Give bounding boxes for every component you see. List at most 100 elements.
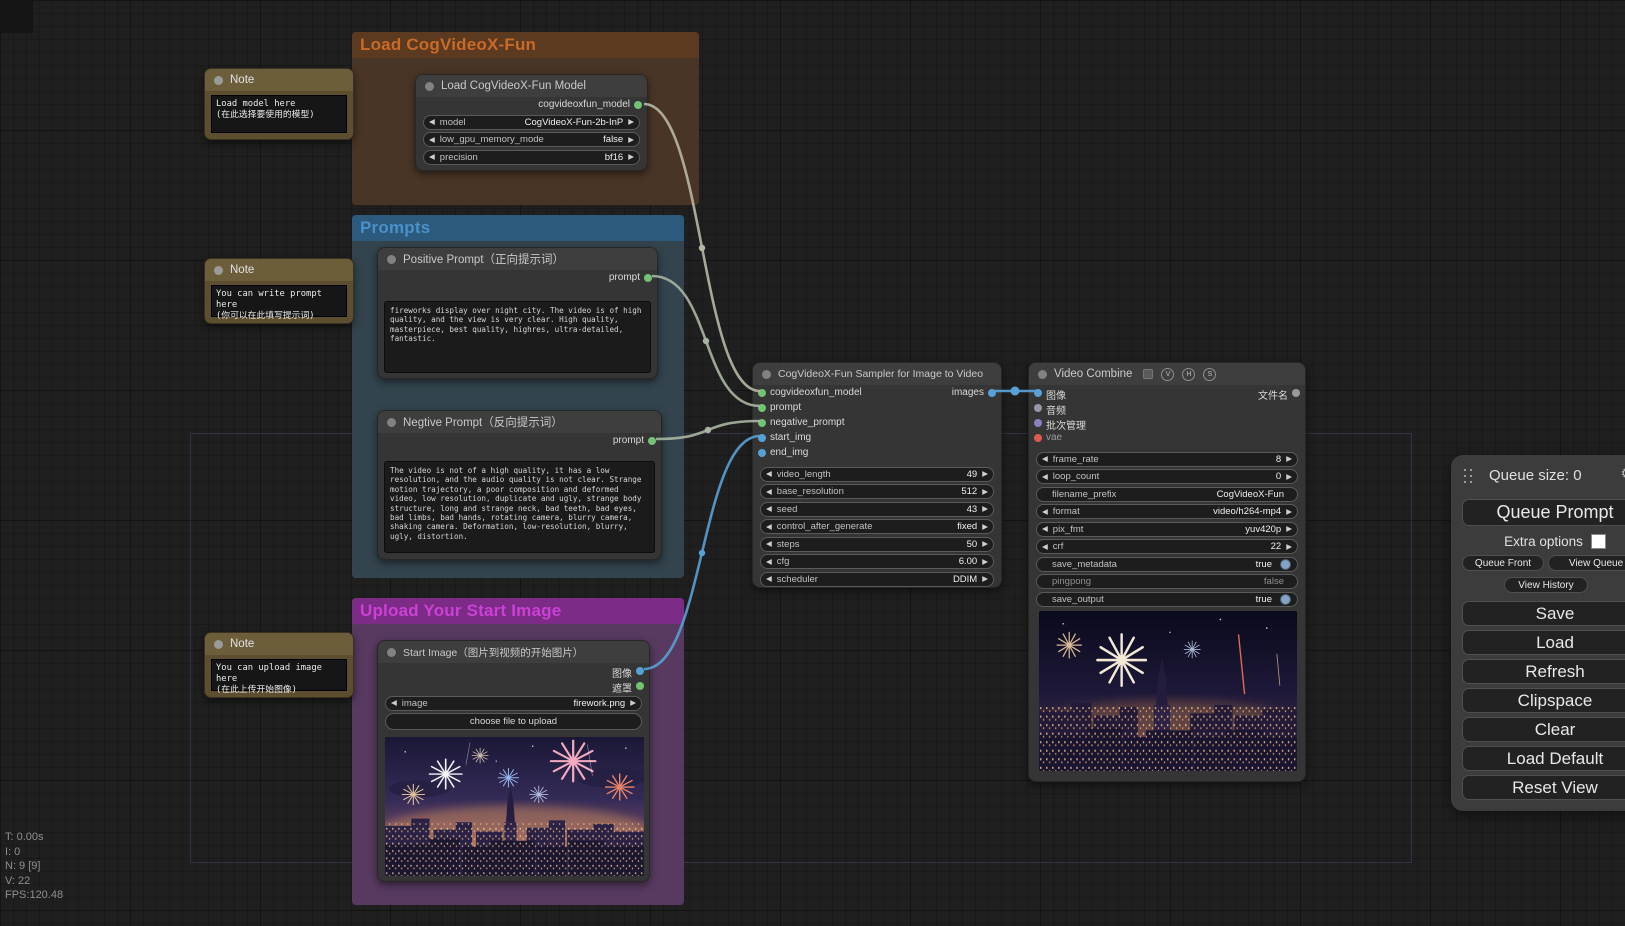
decrement-arrow-icon[interactable]: ◀ xyxy=(766,470,772,478)
widget-cfg[interactable]: ◀ cfg 6.00 ▶ xyxy=(760,554,994,569)
widget-steps[interactable]: ◀ steps 50 ▶ xyxy=(760,537,994,552)
widget-filename-prefix[interactable]: filename_prefix CogVideoX-Fun xyxy=(1036,487,1298,502)
output-slot-dot[interactable] xyxy=(988,389,996,397)
link-midpoint-dot[interactable] xyxy=(699,245,705,251)
increment-arrow-icon[interactable]: ▶ xyxy=(982,540,988,548)
queue-front-button[interactable]: Queue Front xyxy=(1462,555,1544,571)
input-slot-dot[interactable] xyxy=(1034,419,1042,427)
widget-loop-count[interactable]: ◀ loop_count 0 ▶ xyxy=(1036,469,1298,484)
negative-prompt-textarea[interactable]: The video is not of a high quality, it h… xyxy=(384,461,655,553)
node-load-cogvideox-model[interactable]: Load CogVideoX-Fun Model cogvideoxfun_mo… xyxy=(415,74,648,171)
widget-scheduler[interactable]: ◀ scheduler DDIM ▶ xyxy=(760,572,994,587)
link-midpoint-dot[interactable] xyxy=(703,338,709,344)
widget-pix-fmt[interactable]: ◀ pix_fmt yuv420p ▶ xyxy=(1036,522,1298,537)
widget-base-resolution[interactable]: ◀ base_resolution 512 ▶ xyxy=(760,484,994,499)
note-title-bar[interactable]: Note xyxy=(205,259,353,281)
decrement-arrow-icon[interactable]: ◀ xyxy=(766,523,772,531)
widget-frame-rate[interactable]: ◀ frame_rate 8 ▶ xyxy=(1036,452,1298,467)
group-title[interactable]: Load CogVideoX-Fun xyxy=(352,32,699,58)
widget-save-metadata[interactable]: save_metadata true xyxy=(1036,557,1298,572)
load-default-button[interactable]: Load Default xyxy=(1462,746,1625,771)
note-text[interactable]: Load model here (在此选择要使用的模型) xyxy=(211,95,347,133)
drag-handle-icon[interactable] xyxy=(1462,467,1474,485)
input-slot-dot[interactable] xyxy=(758,419,766,427)
link-midpoint-dot[interactable] xyxy=(1011,387,1020,396)
node-title-bar[interactable]: Start Image（图片到视频的开始图片） xyxy=(378,641,649,663)
decrement-arrow-icon[interactable]: ◀ xyxy=(766,540,772,548)
clipspace-button[interactable]: Clipspace xyxy=(1462,688,1625,713)
output-slot-dot[interactable] xyxy=(636,682,644,690)
decrement-arrow-icon[interactable]: ◀ xyxy=(1042,525,1048,533)
clear-button[interactable]: Clear xyxy=(1462,717,1625,742)
widget-save-output[interactable]: save_output true xyxy=(1036,592,1298,607)
queue-panel[interactable]: Queue size: 0 ⚙ × Queue Prompt Extra opt… xyxy=(1451,455,1625,811)
input-slot-dot[interactable] xyxy=(1034,434,1042,442)
decrement-arrow-icon[interactable]: ◀ xyxy=(1042,473,1048,481)
output-slot-dot[interactable] xyxy=(636,667,644,675)
decrement-arrow-icon[interactable]: ◀ xyxy=(391,699,397,707)
decrement-arrow-icon[interactable]: ◀ xyxy=(766,488,772,496)
input-slot-dot[interactable] xyxy=(758,434,766,442)
increment-arrow-icon[interactable]: ▶ xyxy=(982,558,988,566)
decrement-arrow-icon[interactable]: ◀ xyxy=(1042,543,1048,551)
increment-arrow-icon[interactable]: ▶ xyxy=(628,118,634,126)
settings-gear-icon[interactable]: ⚙ xyxy=(1620,465,1625,482)
increment-arrow-icon[interactable]: ▶ xyxy=(628,153,634,161)
widget-precision[interactable]: ◀ precision bf16 ▶ xyxy=(423,150,640,165)
decrement-arrow-icon[interactable]: ◀ xyxy=(1042,455,1048,463)
increment-arrow-icon[interactable]: ▶ xyxy=(982,488,988,496)
video-combine-preview[interactable] xyxy=(1039,611,1297,771)
toggle-dot[interactable] xyxy=(1280,594,1291,605)
positive-prompt-textarea[interactable]: fireworks display over night city. The v… xyxy=(384,301,651,373)
increment-arrow-icon[interactable]: ▶ xyxy=(1286,473,1292,481)
widget-seed[interactable]: ◀ seed 43 ▶ xyxy=(760,502,994,517)
collapse-dot-icon[interactable] xyxy=(387,418,396,427)
node-title-bar[interactable]: CogVideoX-Fun Sampler for Image to Video xyxy=(753,363,1001,385)
node-title-bar[interactable]: Negtive Prompt（反向提示词） xyxy=(378,411,661,433)
collapse-dot-icon[interactable] xyxy=(214,76,223,85)
collapse-dot-icon[interactable] xyxy=(387,648,396,657)
decrement-arrow-icon[interactable]: ◀ xyxy=(429,118,435,126)
widget-format[interactable]: ◀ format video/h264-mp4 ▶ xyxy=(1036,504,1298,519)
widget-image-file[interactable]: ◀ image firework.png ▶ xyxy=(385,696,642,711)
decrement-arrow-icon[interactable]: ◀ xyxy=(766,505,772,513)
increment-arrow-icon[interactable]: ▶ xyxy=(982,575,988,583)
collapse-dot-icon[interactable] xyxy=(214,640,223,649)
input-slot-dot[interactable] xyxy=(758,404,766,412)
node-title-bar[interactable]: Positive Prompt（正向提示词） xyxy=(378,248,657,270)
note-node-prompt[interactable]: Note You can write prompt here (你可以在此填写提… xyxy=(204,258,354,324)
increment-arrow-icon[interactable]: ▶ xyxy=(982,470,988,478)
group-title[interactable]: Prompts xyxy=(352,215,684,241)
output-slot-dot[interactable] xyxy=(634,101,642,109)
collapse-dot-icon[interactable] xyxy=(425,82,434,91)
increment-arrow-icon[interactable]: ▶ xyxy=(1286,455,1292,463)
increment-arrow-icon[interactable]: ▶ xyxy=(1286,508,1292,516)
node-positive-prompt[interactable]: Positive Prompt（正向提示词） prompt fireworks … xyxy=(377,247,658,379)
decrement-arrow-icon[interactable]: ◀ xyxy=(429,153,435,161)
comfyui-canvas[interactable]: Load CogVideoX-Fun Prompts Upload Your S… xyxy=(0,0,1625,926)
node-start-image[interactable]: Start Image（图片到视频的开始图片） 图像 遮罩 ◀ image fi… xyxy=(377,640,650,882)
note-node-model[interactable]: Note Load model here (在此选择要使用的模型) xyxy=(204,68,354,140)
decrement-arrow-icon[interactable]: ◀ xyxy=(766,558,772,566)
widget-low-gpu-memory-mode[interactable]: ◀ low_gpu_memory_mode false ▶ xyxy=(423,132,640,147)
group-title[interactable]: Upload Your Start Image xyxy=(352,598,684,624)
choose-file-button[interactable]: choose file to upload xyxy=(385,713,642,730)
output-slot-dot[interactable] xyxy=(1292,389,1300,397)
toggle-dot[interactable] xyxy=(1280,559,1291,570)
collapse-dot-icon[interactable] xyxy=(387,255,396,264)
widget-control-after-generate[interactable]: ◀ control_after_generate fixed ▶ xyxy=(760,519,994,534)
node-cogvideox-sampler[interactable]: CogVideoX-Fun Sampler for Image to Video… xyxy=(752,362,1002,588)
increment-arrow-icon[interactable]: ▶ xyxy=(1286,525,1292,533)
input-slot-dot[interactable] xyxy=(1034,389,1042,397)
decrement-arrow-icon[interactable]: ◀ xyxy=(429,136,435,144)
output-slot-dot[interactable] xyxy=(648,437,656,445)
input-slot-dot[interactable] xyxy=(758,389,766,397)
collapse-dot-icon[interactable] xyxy=(214,266,223,275)
widget-model[interactable]: ◀ model CogVideoX-Fun-2b-InP ▶ xyxy=(423,115,640,130)
increment-arrow-icon[interactable]: ▶ xyxy=(1286,543,1292,551)
increment-arrow-icon[interactable]: ▶ xyxy=(982,523,988,531)
node-title-bar[interactable]: Video Combine V H S xyxy=(1029,363,1305,385)
input-slot-dot[interactable] xyxy=(1034,404,1042,412)
node-video-combine[interactable]: Video Combine V H S 图像 文件名 音频 批次管理 vae ◀… xyxy=(1028,362,1306,782)
collapse-dot-icon[interactable] xyxy=(762,370,771,379)
